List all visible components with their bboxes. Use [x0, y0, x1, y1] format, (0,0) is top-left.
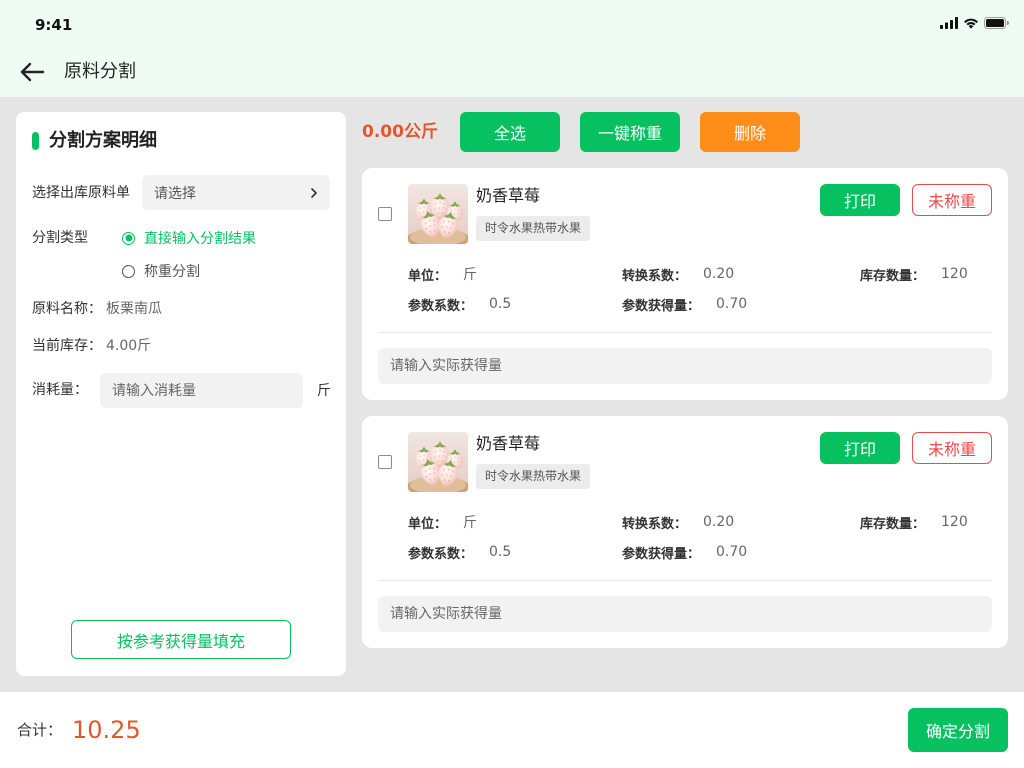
field-conversion: 转换系数： 0.20 — [622, 259, 860, 289]
field-param-coef: 参数系数： 0.5 — [408, 537, 622, 567]
product-checkbox[interactable] — [378, 207, 392, 221]
product-card: 奶香草莓 时令水果热带水果 打印 未称重 单位： 斤 转换系数： 0.20 库存… — [362, 416, 1008, 648]
product-image — [408, 432, 468, 492]
field-unit: 单位： 斤 — [408, 259, 622, 289]
field-label: 转换系数： — [622, 268, 688, 284]
status-time: 9:41 — [35, 16, 73, 34]
radio-circle — [122, 231, 135, 245]
field-label: 参数获得量： — [622, 546, 701, 562]
radio-label: 称重分割 — [144, 264, 200, 280]
field-stock: 库存数量： 120 — [860, 507, 980, 537]
status-icons — [940, 17, 1009, 29]
field-label: 库存数量： — [860, 516, 926, 532]
field-value: 0.70 — [716, 296, 748, 312]
weigh-status-button[interactable]: 未称重 — [912, 432, 992, 464]
product-tag: 时令水果热带水果 — [476, 464, 591, 489]
radio-weigh-split[interactable]: 称重分割 — [122, 259, 200, 283]
order-select-placeholder: 请选择 — [154, 185, 196, 202]
field-label: 参数获得量： — [622, 298, 701, 314]
cellular-signal-icon — [940, 17, 958, 29]
title-accent-bar — [32, 132, 39, 150]
battery-icon — [984, 17, 1009, 29]
fill-by-reference-button[interactable]: 按参考获得量填充 — [71, 620, 291, 659]
consumption-label: 消耗量： — [32, 382, 88, 398]
field-value: 0.20 — [703, 514, 735, 530]
current-stock-label: 当前库存： — [32, 338, 102, 354]
weigh-status-button[interactable]: 未称重 — [912, 184, 992, 216]
radio-label: 直接输入分割结果 — [144, 231, 256, 247]
radio-circle — [122, 264, 135, 278]
strawberry-photo — [408, 184, 468, 244]
radio-direct-input[interactable]: 直接输入分割结果 — [122, 226, 256, 250]
footer-bar: 合计： 10.25 确定分割 — [0, 692, 1024, 768]
top-bar: 9:41 原料分割 — [0, 0, 1024, 97]
material-name-label: 原料名称： — [32, 301, 102, 317]
product-checkbox[interactable] — [378, 455, 392, 469]
product-card: 奶香草莓 时令水果热带水果 打印 未称重 单位： 斤 转换系数： 0.20 库存… — [362, 168, 1008, 400]
back-button[interactable] — [18, 60, 46, 84]
weigh-all-button[interactable]: 一键称重 — [580, 112, 680, 152]
field-value: 0.5 — [489, 296, 512, 312]
product-image — [408, 184, 468, 244]
product-tag: 时令水果热带水果 — [476, 216, 591, 241]
field-label: 转换系数： — [622, 516, 688, 532]
field-label: 单位： — [408, 268, 448, 284]
field-conversion: 转换系数： 0.20 — [622, 507, 860, 537]
print-button[interactable]: 打印 — [820, 184, 900, 216]
product-name: 奶香草莓 — [476, 434, 541, 453]
current-stock-value: 4.00斤 — [106, 338, 152, 354]
field-stock: 库存数量： 120 — [860, 259, 980, 289]
split-plan-panel: 分割方案明细 选择出库原料单 请选择 分割类型 直接输入分割结果 称重分割 原料… — [16, 112, 346, 676]
print-button[interactable]: 打印 — [820, 432, 900, 464]
field-value: 0.5 — [489, 544, 512, 560]
total-weight: 0.00公斤 — [362, 122, 438, 142]
wifi-icon — [964, 18, 978, 29]
actual-yield-input[interactable] — [378, 596, 992, 632]
panel-title: 分割方案明细 — [49, 130, 157, 151]
card-divider — [378, 332, 992, 333]
page-title: 原料分割 — [64, 61, 136, 82]
order-select[interactable]: 请选择 — [142, 175, 330, 210]
field-param-yield: 参数获得量： 0.70 — [622, 537, 860, 567]
chevron-right-icon — [311, 187, 317, 198]
field-label: 单位： — [408, 516, 448, 532]
field-unit: 单位： 斤 — [408, 507, 622, 537]
strawberry-photo — [408, 432, 468, 492]
field-value: 斤 — [463, 267, 478, 283]
field-value: 120 — [941, 514, 968, 530]
field-label: 库存数量： — [860, 268, 926, 284]
arrow-left-icon — [20, 62, 45, 82]
product-fields: 单位： 斤 转换系数： 0.20 库存数量： 120 参数系数： 0.5 参数获… — [408, 507, 980, 567]
product-fields: 单位： 斤 转换系数： 0.20 库存数量： 120 参数系数： 0.5 参数获… — [408, 259, 980, 319]
field-param-coef: 参数系数： 0.5 — [408, 289, 622, 319]
product-name: 奶香草莓 — [476, 186, 541, 205]
confirm-split-button[interactable]: 确定分割 — [908, 708, 1008, 752]
field-value: 120 — [941, 266, 968, 282]
field-value: 0.20 — [703, 266, 735, 282]
total-value: 10.25 — [72, 716, 141, 744]
card-divider — [378, 580, 992, 581]
field-value: 斤 — [463, 515, 478, 531]
consumption-unit: 斤 — [317, 383, 331, 399]
field-label: 参数系数： — [408, 546, 474, 562]
delete-button[interactable]: 删除 — [700, 112, 800, 152]
split-type-label: 分割类型 — [32, 230, 88, 246]
field-label: 参数系数： — [408, 298, 474, 314]
field-param-yield: 参数获得量： 0.70 — [622, 289, 860, 319]
consumption-input[interactable] — [100, 373, 303, 408]
total-label: 合计： — [17, 721, 63, 739]
actual-yield-input[interactable] — [378, 348, 992, 384]
material-name-value: 板栗南瓜 — [106, 301, 162, 317]
field-value: 0.70 — [716, 544, 748, 560]
order-select-label: 选择出库原料单 — [32, 185, 130, 201]
select-all-button[interactable]: 全选 — [460, 112, 560, 152]
